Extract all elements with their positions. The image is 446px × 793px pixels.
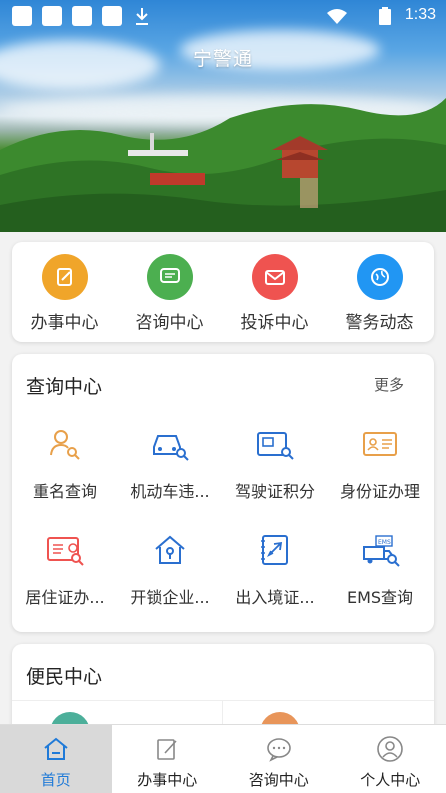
quick-action-label: 警务动态	[345, 313, 414, 333]
quick-action-label: 投诉中心	[240, 313, 309, 333]
more-link[interactable]: 更多	[374, 374, 404, 395]
query-center-card: 查询中心 更多 重名查询 机动车违... 驾驶证积分 身份证办理 居住证办...	[12, 354, 434, 632]
edit-icon	[112, 735, 224, 763]
nav-label: 首页	[40, 771, 71, 789]
passport-plane-icon	[222, 530, 328, 570]
battery-icon	[379, 7, 391, 25]
download-icon	[136, 8, 148, 25]
edit-icon	[41, 254, 88, 300]
id-card-icon	[327, 424, 433, 464]
convenience-center-card: 便民中心	[12, 644, 434, 752]
nav-personal-center[interactable]: 个人中心	[335, 725, 446, 793]
nav-home[interactable]: 首页	[0, 725, 112, 793]
nav-label: 咨询中心	[248, 771, 309, 789]
notification-icon	[12, 6, 32, 26]
quick-action-label: 办事中心	[30, 313, 99, 333]
mountain-landscape	[0, 98, 446, 232]
query-item-label: 机动车违...	[130, 482, 210, 501]
mail-icon	[251, 254, 298, 300]
residence-card-icon	[12, 530, 118, 570]
quick-action-police-news[interactable]: 警务动态	[327, 254, 432, 333]
query-item-label: 重名查询	[32, 482, 97, 501]
divider	[12, 700, 434, 701]
notification-icon	[102, 6, 122, 26]
quick-action-label: 咨询中心	[135, 313, 204, 333]
license-search-icon	[222, 424, 328, 464]
house-lock-icon	[117, 530, 223, 570]
quick-action-service-center[interactable]: 办事中心	[12, 254, 117, 333]
quick-actions-card: 办事中心 咨询中心 投诉中心 警务动态	[12, 242, 434, 342]
query-item-name-search[interactable]: 重名查询	[12, 424, 118, 502]
section-title: 查询中心	[26, 376, 103, 398]
quick-action-complaint-center[interactable]: 投诉中心	[222, 254, 327, 333]
home-icon	[0, 735, 112, 763]
query-item-locksmith[interactable]: 开锁企业...	[117, 530, 223, 608]
query-item-license-points[interactable]: 驾驶证积分	[222, 424, 328, 502]
query-item-label: 居住证办...	[25, 588, 105, 607]
query-item-label: 身份证办理	[339, 482, 420, 501]
nav-service-center[interactable]: 办事中心	[112, 725, 224, 793]
query-item-exit-entry[interactable]: 出入境证...	[222, 530, 328, 608]
chat-icon	[146, 254, 193, 300]
nav-label: 办事中心	[137, 771, 198, 789]
quick-action-consult-center[interactable]: 咨询中心	[117, 254, 222, 333]
svg-text:EMS: EMS	[378, 539, 391, 546]
query-item-id-card[interactable]: 身份证办理	[327, 424, 433, 502]
wifi-icon	[327, 9, 347, 24]
notification-icon	[42, 6, 62, 26]
user-icon	[335, 735, 446, 763]
bottom-nav: 首页 办事中心 咨询中心 个人中心	[0, 724, 446, 793]
status-bar: 1:33	[0, 0, 446, 32]
car-search-icon	[117, 424, 223, 464]
query-item-label: 出入境证...	[235, 588, 315, 607]
query-item-residence-permit[interactable]: 居住证办...	[12, 530, 118, 608]
query-item-label: 开锁企业...	[130, 588, 210, 607]
globe-icon	[356, 254, 403, 300]
query-item-ems[interactable]: EMS EMS查询	[327, 530, 433, 608]
query-item-vehicle-violation[interactable]: 机动车违...	[117, 424, 223, 502]
ems-truck-icon: EMS	[327, 530, 433, 570]
notification-icon	[72, 6, 92, 26]
nav-consult-center[interactable]: 咨询中心	[223, 725, 335, 793]
nav-label: 个人中心	[360, 771, 421, 789]
header-banner: 1:33 宁警通	[0, 0, 446, 232]
query-item-label: 驾驶证积分	[234, 482, 315, 501]
status-time: 1:33	[404, 6, 436, 23]
person-search-icon	[12, 424, 118, 464]
chat-icon	[223, 735, 335, 763]
app-title: 宁警通	[192, 48, 253, 70]
query-item-label: EMS查询	[346, 588, 414, 607]
section-title: 便民中心	[26, 666, 103, 688]
